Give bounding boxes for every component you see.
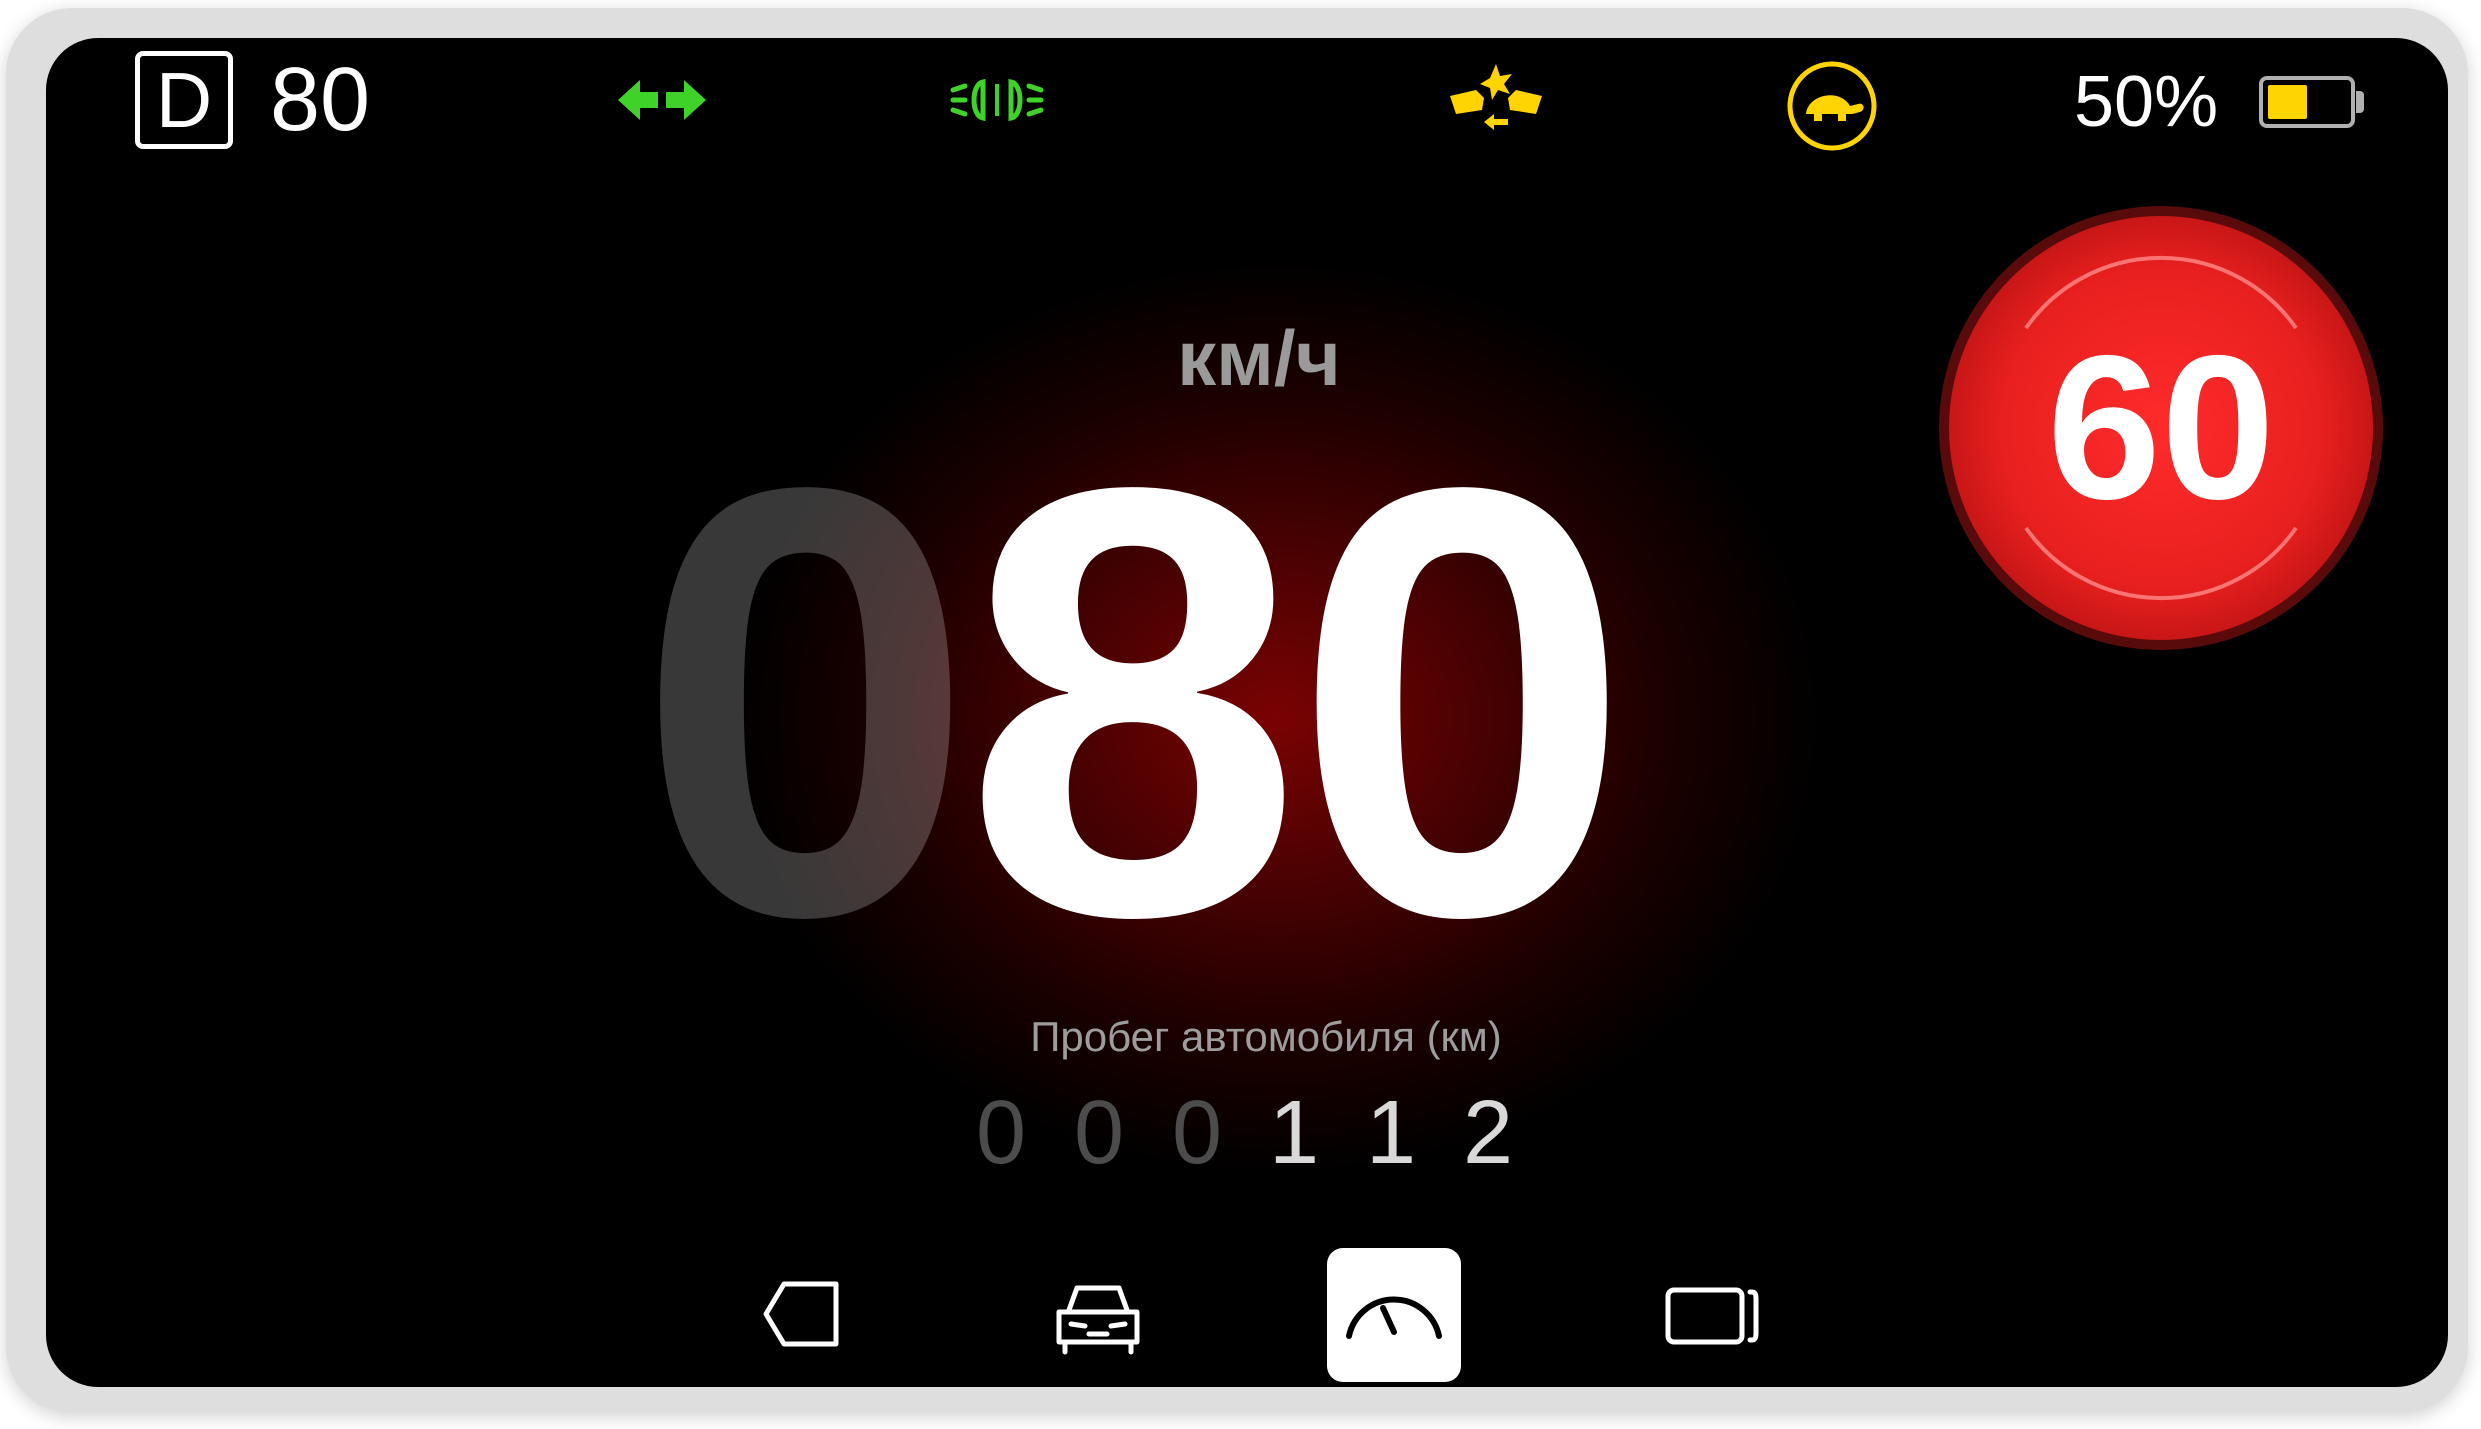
odometer-digit: 0 bbox=[1073, 1083, 1125, 1183]
odometer-digit: 1 bbox=[1268, 1083, 1320, 1183]
speed-limit-value: 60 bbox=[2046, 313, 2276, 542]
odometer-digit: 0 bbox=[1171, 1083, 1223, 1183]
speed-leading-digit: 0 bbox=[636, 362, 975, 1043]
traction-control-icon bbox=[1446, 60, 1546, 145]
speed-readout: 080 bbox=[636, 398, 1632, 1008]
odometer-digit: 2 bbox=[1462, 1083, 1514, 1183]
odometer-label: Пробег автомобиля (км) bbox=[1030, 1013, 1502, 1060]
screen-mirror-icon bbox=[1665, 1287, 1759, 1345]
nav-car-button[interactable] bbox=[1031, 1248, 1165, 1382]
battery-fill bbox=[2268, 85, 2307, 119]
nav-back-button[interactable] bbox=[736, 1248, 870, 1382]
headlights-icon bbox=[949, 60, 1045, 145]
battery-percent: 50% bbox=[2074, 62, 2219, 142]
speed-value: 80 bbox=[963, 362, 1632, 1043]
speedometer-icon bbox=[1346, 1296, 1442, 1339]
odometer: 0 0 0 1 1 2 bbox=[966, 1078, 1566, 1188]
speed-limit-sign: 60 bbox=[1931, 198, 2391, 658]
car-icon bbox=[1056, 1285, 1140, 1355]
turtle-mode-icon bbox=[1784, 58, 1880, 159]
back-icon bbox=[763, 1281, 839, 1347]
dashboard-screen: D 80 50% км/ч 080 60 Пробег автомобиля (… bbox=[46, 38, 2448, 1387]
turn-signals-icon bbox=[616, 60, 708, 145]
nav-screen-button[interactable] bbox=[1642, 1248, 1776, 1382]
battery-icon bbox=[2259, 76, 2355, 128]
gear-indicator: D bbox=[135, 51, 233, 149]
battery-cap bbox=[2356, 91, 2364, 113]
status-bar: D 80 50% bbox=[46, 38, 2448, 188]
nav-speedometer-button[interactable] bbox=[1327, 1248, 1461, 1382]
device-frame: D 80 50% км/ч 080 60 Пробег автомобиля (… bbox=[6, 8, 2468, 1413]
odometer-digit: 1 bbox=[1365, 1083, 1417, 1183]
status-speed: 80 bbox=[270, 50, 371, 150]
odometer-digit: 0 bbox=[975, 1083, 1027, 1183]
